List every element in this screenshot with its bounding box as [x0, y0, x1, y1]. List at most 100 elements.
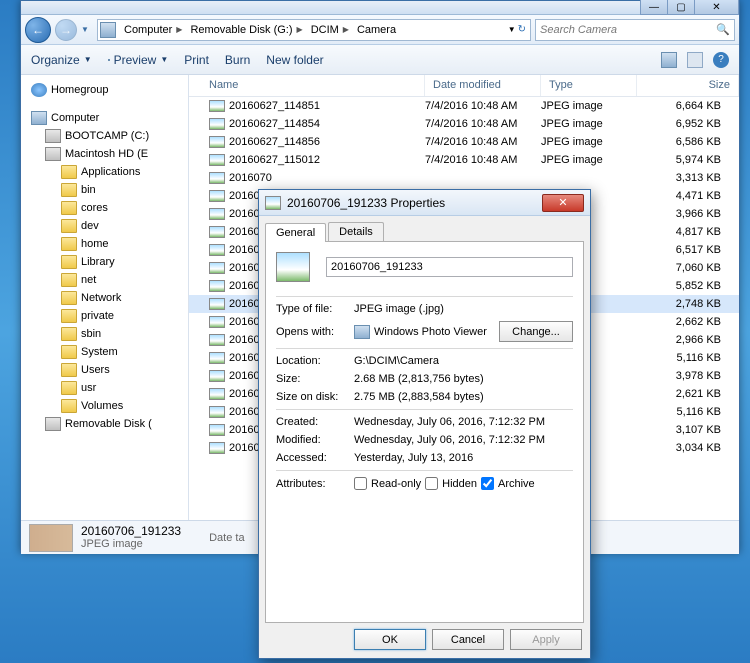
search-icon[interactable]: 🔍 — [716, 23, 730, 36]
new-folder-button[interactable]: New folder — [266, 53, 323, 67]
image-icon — [209, 370, 225, 382]
tree-label: home — [81, 238, 109, 250]
maximize-button[interactable]: ▢ — [667, 0, 695, 15]
file-type: JPEG image — [541, 136, 637, 148]
folder-icon — [61, 201, 77, 215]
tree-node[interactable]: net — [21, 271, 188, 289]
tree-node[interactable]: Homegroup — [21, 81, 188, 99]
tree-node[interactable]: Computer — [21, 109, 188, 127]
image-icon — [209, 262, 225, 274]
dialog-titlebar[interactable]: 20160706_191233 Properties ✕ — [259, 190, 590, 216]
tree-node[interactable]: Volumes — [21, 397, 188, 415]
cancel-button[interactable]: Cancel — [432, 629, 504, 650]
column-headers[interactable]: Name Date modified Type Size — [189, 75, 739, 97]
tab-general[interactable]: General — [265, 223, 326, 242]
details-filename: 20160706_191233 — [81, 524, 181, 538]
size-value: 2.68 MB (2,813,756 bytes) — [354, 373, 573, 385]
tree-node[interactable]: Users — [21, 361, 188, 379]
tree-node[interactable]: bin — [21, 181, 188, 199]
tree-node[interactable]: System — [21, 343, 188, 361]
file-size: 3,034 KB — [637, 442, 739, 454]
history-dropdown-icon[interactable]: ▼ — [81, 25, 93, 34]
breadcrumb-dropdown-icon[interactable]: ▼ — [508, 25, 516, 34]
tree-node[interactable]: Network — [21, 289, 188, 307]
file-type: JPEG image — [541, 100, 637, 112]
tree-node[interactable]: Macintosh HD (E — [21, 145, 188, 163]
col-date[interactable]: Date modified — [425, 75, 541, 96]
file-row[interactable]: 20160703,313 KB — [189, 169, 739, 187]
image-icon — [209, 208, 225, 220]
search-input[interactable]: Search Camera 🔍 — [535, 19, 735, 41]
file-size: 5,974 KB — [637, 154, 739, 166]
tree-node[interactable]: private — [21, 307, 188, 325]
accessed-value: Yesterday, July 13, 2016 — [354, 452, 573, 464]
details-datetaken-label: Date ta — [209, 532, 244, 544]
location-label: Location: — [276, 355, 354, 367]
apply-button[interactable]: Apply — [510, 629, 582, 650]
type-value: JPEG image (.jpg) — [354, 303, 573, 315]
chevron-right-icon[interactable]: ▶ — [293, 25, 303, 34]
chevron-right-icon[interactable]: ▶ — [339, 25, 349, 34]
file-name: 2016070 — [229, 172, 272, 184]
tree-label: sbin — [81, 328, 101, 340]
help-icon[interactable]: ? — [713, 52, 729, 68]
organize-button[interactable]: Organize▼ — [31, 53, 92, 67]
tree-node[interactable]: sbin — [21, 325, 188, 343]
file-row[interactable]: 20160627_1148517/4/2016 10:48 AMJPEG ima… — [189, 97, 739, 115]
nav-tree[interactable]: Homegroup ComputerBOOTCAMP (C:)Macintosh … — [21, 75, 189, 520]
folder-icon — [61, 237, 77, 251]
forward-button[interactable]: → — [55, 19, 77, 41]
col-size[interactable]: Size — [637, 75, 739, 96]
folder-icon — [61, 273, 77, 287]
tree-node[interactable]: Library — [21, 253, 188, 271]
tree-node[interactable]: BOOTCAMP (C:) — [21, 127, 188, 145]
image-icon — [209, 244, 225, 256]
tree-label: Volumes — [81, 400, 123, 412]
folder-icon — [61, 165, 77, 179]
ok-button[interactable]: OK — [354, 629, 426, 650]
tree-label: bin — [81, 184, 96, 196]
refresh-icon[interactable]: ↻ — [518, 24, 526, 35]
tree-node[interactable]: usr — [21, 379, 188, 397]
tree-label: private — [81, 310, 114, 322]
tab-details[interactable]: Details — [328, 222, 384, 241]
dialog-close-button[interactable]: ✕ — [542, 194, 584, 212]
photo-viewer-icon — [354, 325, 370, 339]
tree-node[interactable]: dev — [21, 217, 188, 235]
minimize-button[interactable]: — — [640, 0, 668, 15]
tree-node[interactable]: cores — [21, 199, 188, 217]
folder-icon — [61, 255, 77, 269]
tree-node[interactable]: Applications — [21, 163, 188, 181]
general-panel: Type of file:JPEG image (.jpg) Opens wit… — [265, 241, 584, 623]
toolbar: Organize▼ Preview▼ Print Burn New folder… — [21, 45, 739, 75]
file-row[interactable]: 20160627_1148547/4/2016 10:48 AMJPEG ima… — [189, 115, 739, 133]
folder-icon — [61, 327, 77, 341]
burn-button[interactable]: Burn — [225, 53, 250, 67]
image-icon — [209, 388, 225, 400]
computer-icon — [100, 22, 116, 38]
file-size: 4,471 KB — [637, 190, 739, 202]
image-icon — [209, 100, 225, 112]
file-row[interactable]: 20160627_1148567/4/2016 10:48 AMJPEG ima… — [189, 133, 739, 151]
col-name[interactable]: Name — [189, 75, 425, 96]
tree-node[interactable]: Removable Disk ( — [21, 415, 188, 433]
change-button[interactable]: Change... — [499, 321, 573, 342]
tree-node[interactable]: home — [21, 235, 188, 253]
archive-checkbox[interactable]: Archive — [481, 477, 535, 490]
close-button[interactable]: ✕ — [694, 0, 739, 15]
preview-button[interactable]: Preview▼ — [108, 53, 169, 67]
hidden-checkbox[interactable]: Hidden — [425, 477, 477, 490]
file-row[interactable]: 20160627_1150127/4/2016 10:48 AMJPEG ima… — [189, 151, 739, 169]
file-size: 6,517 KB — [637, 244, 739, 256]
back-button[interactable]: ← — [25, 17, 51, 43]
breadcrumb[interactable]: Computer▶ Removable Disk (G:)▶ DCIM▶ Cam… — [97, 19, 531, 41]
preview-pane-icon[interactable] — [687, 52, 703, 68]
col-type[interactable]: Type — [541, 75, 637, 96]
view-options-icon[interactable] — [661, 52, 677, 68]
readonly-checkbox[interactable]: Read-only — [354, 477, 421, 490]
print-button[interactable]: Print — [184, 53, 209, 67]
file-size: 6,952 KB — [637, 118, 739, 130]
chevron-right-icon[interactable]: ▶ — [172, 25, 182, 34]
filename-input[interactable] — [326, 257, 573, 277]
image-icon — [209, 316, 225, 328]
